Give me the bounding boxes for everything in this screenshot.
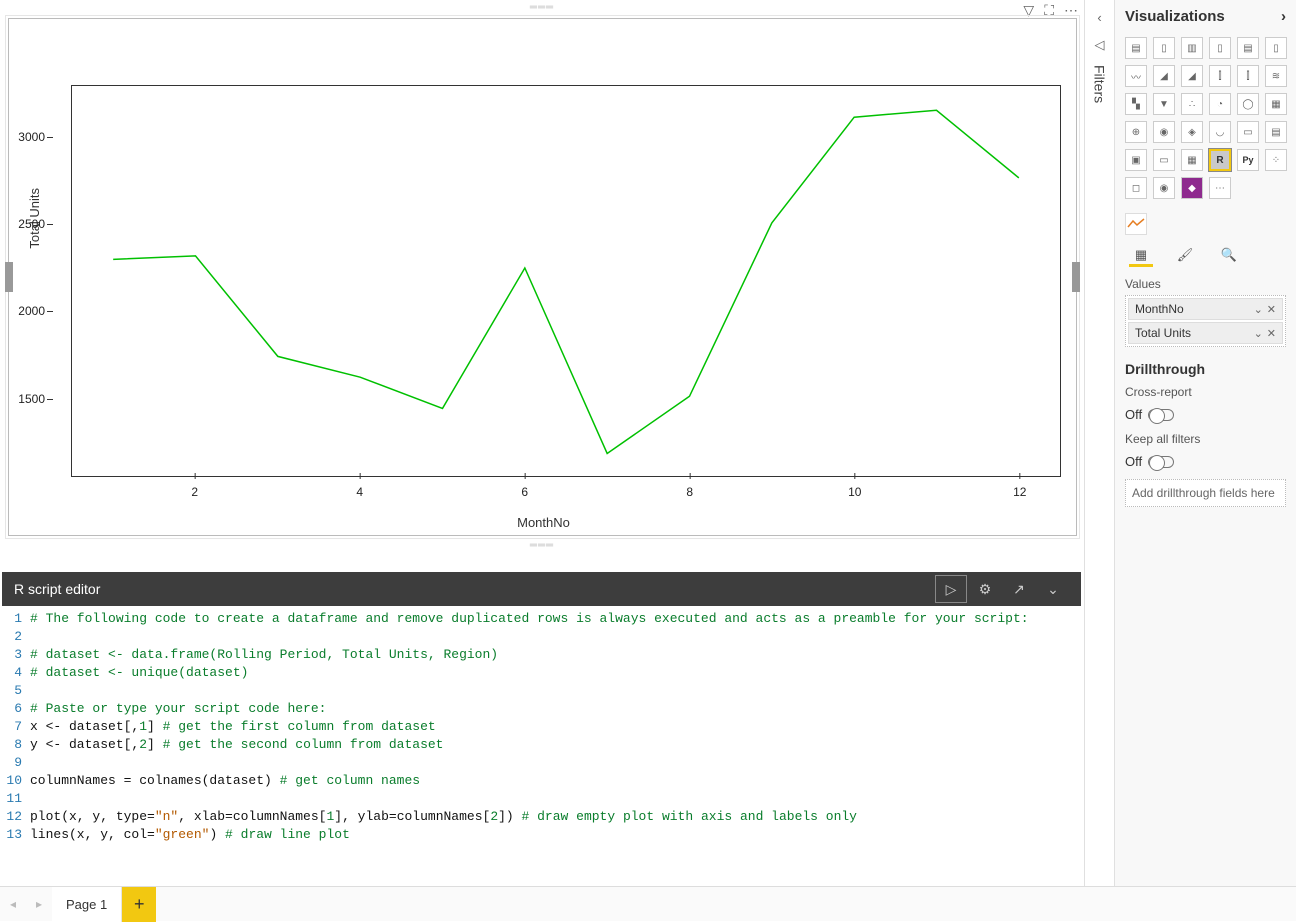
pie-icon[interactable]: ◔ — [1209, 93, 1231, 115]
shape-map-icon[interactable]: ◈ — [1181, 121, 1203, 143]
waterfall-icon[interactable]: ▚ — [1125, 93, 1147, 115]
expand-filters-icon[interactable]: ‹ — [1097, 10, 1101, 25]
values-field-well[interactable]: MonthNo ⌄ ✕ Total Units ⌄ ✕ — [1125, 295, 1286, 347]
visualizations-title: Visualizations — [1125, 8, 1225, 25]
qa-visual-icon[interactable]: ◉ — [1153, 177, 1175, 199]
power-apps-icon[interactable]: ◆ — [1181, 177, 1203, 199]
script-options-button[interactable]: ⚙ — [969, 575, 1001, 603]
keep-filters-label: Keep all filters — [1125, 432, 1286, 446]
remove-field-icon[interactable]: ✕ — [1267, 303, 1276, 316]
cross-report-toggle[interactable]: Off — [1125, 407, 1174, 422]
visual-header-toolbar: ▽ ⛶ ⋯ — [1023, 2, 1078, 19]
area-chart-icon[interactable]: ◢ — [1153, 65, 1175, 87]
pane-tabs: ▦ 🖌 🔍 — [1125, 245, 1286, 267]
top-grip[interactable]: ═══ — [530, 2, 554, 13]
stacked-bar-icon[interactable]: ▤ — [1125, 37, 1147, 59]
clustered-bar-icon[interactable]: ▥ — [1181, 37, 1203, 59]
line-series — [72, 86, 1060, 476]
toggle-state: Off — [1125, 407, 1142, 422]
visualizations-panel: Visualizations › ▤ ▯ ▥ ▯ ▤ ▯ 〰 ◢ ◢ ⫿ ⫿ ≋… — [1115, 0, 1296, 886]
run-script-button[interactable]: ▷ — [935, 575, 967, 603]
eraser-icon[interactable]: ◁ — [1095, 37, 1105, 53]
x-axis-label: MonthNo — [9, 515, 1078, 530]
next-page-icon[interactable]: ▸ — [26, 897, 52, 911]
treemap-icon[interactable]: ▦ — [1265, 93, 1287, 115]
format-tab[interactable]: 🖌 — [1173, 245, 1197, 267]
filters-collapsed-rail[interactable]: ‹ ◁ Filters — [1085, 0, 1115, 886]
resize-handle-left[interactable] — [5, 262, 13, 292]
card-icon[interactable]: ▭ — [1237, 121, 1259, 143]
analytics-tab[interactable]: 🔍 — [1217, 245, 1241, 267]
stacked-area-icon[interactable]: ◢ — [1181, 65, 1203, 87]
multi-row-card-icon[interactable]: ▤ — [1265, 121, 1287, 143]
clustered-column-icon[interactable]: ▯ — [1209, 37, 1231, 59]
map-icon[interactable]: ⊕ — [1125, 121, 1147, 143]
bottom-grip[interactable]: ═══ — [530, 540, 554, 551]
page-navigation-bar: ◂ ▸ Page 1 + — [0, 886, 1296, 921]
funnel-icon[interactable]: ▼ — [1153, 93, 1175, 115]
keep-filters-toggle[interactable]: Off — [1125, 454, 1174, 469]
python-visual-icon[interactable]: Py — [1237, 149, 1259, 171]
add-page-button[interactable]: + — [122, 887, 156, 922]
line-chart-icon[interactable]: 〰 — [1125, 65, 1147, 87]
more-options-icon[interactable]: ⋯ — [1064, 2, 1078, 19]
100pct-bar-icon[interactable]: ▤ — [1237, 37, 1259, 59]
page-tab[interactable]: Page 1 — [52, 887, 122, 922]
field-pill-label: Total Units — [1135, 326, 1191, 340]
kpi-icon[interactable]: ▣ — [1125, 149, 1147, 171]
line-clustered-column-icon[interactable]: ⫿ — [1237, 65, 1259, 87]
filter-icon[interactable]: ▽ — [1023, 2, 1034, 19]
cross-report-label: Cross-report — [1125, 385, 1286, 399]
slicer-icon[interactable]: ▭ — [1153, 149, 1175, 171]
r-script-code-area[interactable]: 1# The following code to create a datafr… — [2, 606, 1081, 874]
table-icon[interactable]: ▦ — [1181, 149, 1203, 171]
key-influencers-icon[interactable]: ⁘ — [1265, 149, 1287, 171]
chevron-down-icon[interactable]: ⌄ — [1254, 327, 1263, 340]
import-visual-icon[interactable]: ⋯ — [1209, 177, 1231, 199]
donut-icon[interactable]: ◯ — [1237, 93, 1259, 115]
field-pill-monthno[interactable]: MonthNo ⌄ ✕ — [1128, 298, 1283, 320]
scatter-icon[interactable]: ∴ — [1181, 93, 1203, 115]
drillthrough-drop-area[interactable]: Add drillthrough fields here — [1125, 479, 1286, 507]
line-stacked-column-icon[interactable]: ⫿ — [1209, 65, 1231, 87]
filters-label: Filters — [1092, 65, 1108, 103]
popout-script-button[interactable]: ↗ — [1003, 575, 1035, 603]
r-visual-icon[interactable]: R — [1209, 149, 1231, 171]
chevron-down-icon[interactable]: ⌄ — [1254, 303, 1263, 316]
visualization-type-grid: ▤ ▯ ▥ ▯ ▤ ▯ 〰 ◢ ◢ ⫿ ⫿ ≋ ▚ ▼ ∴ ◔ ◯ ▦ ⊕ ◉ … — [1125, 37, 1286, 199]
chart-plot-area — [71, 85, 1061, 477]
100pct-column-icon[interactable]: ▯ — [1265, 37, 1287, 59]
gauge-icon[interactable]: ◡ — [1209, 121, 1231, 143]
toggle-state: Off — [1125, 454, 1142, 469]
fields-tab[interactable]: ▦ — [1129, 245, 1153, 267]
selected-visual-indicator — [1125, 213, 1286, 235]
prev-page-icon[interactable]: ◂ — [0, 897, 26, 911]
collapse-script-button[interactable]: ⌄ — [1037, 575, 1069, 603]
script-editor-title: R script editor — [14, 581, 935, 597]
ribbon-chart-icon[interactable]: ≋ — [1265, 65, 1287, 87]
r-script-editor-header: R script editor ▷ ⚙ ↗ ⌄ — [2, 572, 1081, 606]
field-pill-totalunits[interactable]: Total Units ⌄ ✕ — [1128, 322, 1283, 344]
drillthrough-header: Drillthrough — [1125, 361, 1286, 377]
filled-map-icon[interactable]: ◉ — [1153, 121, 1175, 143]
report-canvas-area: ═══ ▽ ⛶ ⋯ Total Units MonthNo 1500200025… — [0, 0, 1085, 886]
decomposition-tree-icon[interactable]: ◻ — [1125, 177, 1147, 199]
focus-mode-icon[interactable]: ⛶ — [1044, 2, 1054, 19]
remove-field-icon[interactable]: ✕ — [1267, 327, 1276, 340]
stacked-column-icon[interactable]: ▯ — [1153, 37, 1175, 59]
line-mini-icon — [1125, 213, 1147, 235]
field-pill-label: MonthNo — [1135, 302, 1184, 316]
resize-handle-right[interactable] — [1072, 262, 1080, 292]
collapse-viz-panel-icon[interactable]: › — [1281, 8, 1286, 25]
r-visual-frame[interactable]: Total Units MonthNo 1500200025003000 246… — [8, 18, 1077, 536]
values-section-label: Values — [1125, 277, 1286, 291]
